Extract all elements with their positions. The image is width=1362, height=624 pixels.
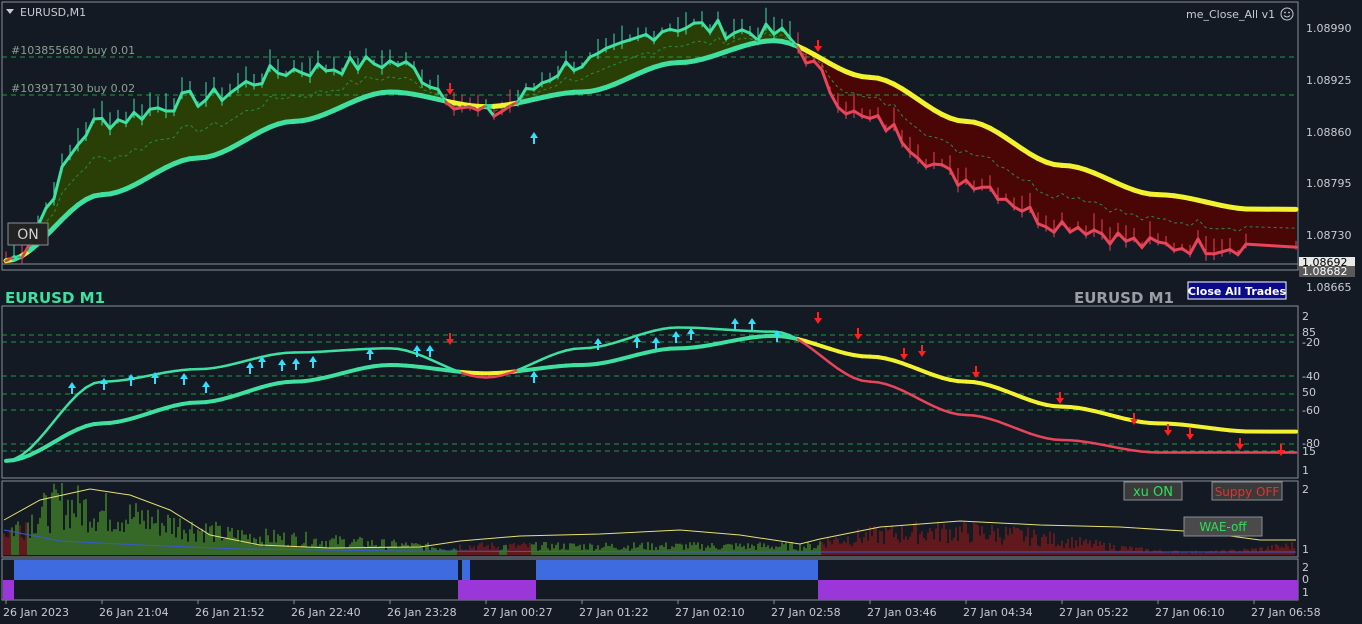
ribbon-segment: [926, 104, 934, 167]
ribbon-segment: [1150, 194, 1158, 243]
strip-blue-segment: [536, 560, 818, 580]
ribbon-segment: [198, 99, 206, 158]
osc-tick-label: -40: [1302, 370, 1320, 383]
ribbon-segment: [1094, 172, 1102, 234]
strip-tick-label: 0: [1302, 573, 1309, 586]
osc-tick-label: -20: [1302, 336, 1320, 349]
time-tick-label: 26 Jan 22:40: [291, 606, 361, 619]
strip-blue-segment: [462, 560, 470, 580]
ribbon-segment: [1230, 207, 1238, 255]
time-tick-label: 27 Jan 06:10: [1155, 606, 1225, 619]
time-tick-label: 27 Jan 01:22: [579, 606, 649, 619]
price-tick-label: 1.08665: [1306, 281, 1352, 294]
time-tick-label: 27 Jan 00:27: [483, 606, 553, 619]
suppy-off-label: Suppy OFF: [1215, 485, 1280, 499]
ribbon-segment: [78, 135, 86, 205]
time-tick-label: 26 Jan 21:52: [195, 606, 265, 619]
strip-blue-segment: [14, 560, 458, 580]
time-tick-label: 27 Jan 04:34: [963, 606, 1033, 619]
time-tick-label: 27 Jan 02:10: [675, 606, 745, 619]
osc-tick-label: -60: [1302, 404, 1320, 417]
time-tick-label: 26 Jan 23:28: [387, 606, 457, 619]
ribbon-segment: [102, 118, 110, 195]
xu-on-button[interactable]: xu ON: [1123, 481, 1183, 501]
ribbon-segment: [870, 77, 878, 119]
xu-on-label: xu ON: [1133, 485, 1173, 500]
strip-purple-segment: [3, 580, 14, 600]
ribbon-segment: [614, 42, 622, 85]
strip-purple-segment: [818, 580, 1298, 600]
order-label-2: #103917130 buy 0.02: [11, 82, 135, 95]
order-label-1: #103855680 buy 0.01: [11, 44, 135, 57]
ribbon-segment: [1046, 162, 1054, 233]
osc-tick-label: 2: [1302, 310, 1309, 323]
time-tick-label: 27 Jan 02:58: [771, 606, 841, 619]
ribbon-segment: [1182, 196, 1190, 254]
ribbon-segment: [662, 29, 670, 65]
osc-tick-label: 50: [1302, 386, 1316, 399]
ribbon-segment: [318, 63, 326, 117]
time-tick-label: 27 Jan 03:46: [867, 606, 937, 619]
symbol-watermark-right: EURUSD M1: [1074, 289, 1174, 307]
ribbon-segment: [1166, 194, 1174, 251]
on-button[interactable]: ON: [7, 222, 49, 246]
trading-terminal[interactable]: 1.08990 1.08925 1.08860 1.08795 1.08730 1.086…: [0, 0, 1362, 624]
vol-tick-label: 1: [1302, 543, 1309, 556]
price-tick-label: 1.08730: [1306, 229, 1352, 242]
time-tick-label: 26 Jan 21:04: [99, 606, 169, 619]
ribbon-segment: [222, 93, 230, 153]
close-all-trades-button[interactable]: Close All Trades: [1187, 281, 1287, 300]
time-tick-label: 27 Jan 05:22: [1059, 606, 1129, 619]
wae-off-button[interactable]: WAE-off: [1183, 516, 1263, 537]
wae-off-label: WAE-off: [1199, 520, 1247, 534]
ribbon-segment: [966, 121, 974, 190]
ribbon-segment: [230, 87, 238, 149]
strip-tick-label: 1: [1302, 586, 1309, 599]
close-all-trades-label: Close All Trades: [1188, 285, 1287, 298]
price-tick-label: 1.08795: [1306, 177, 1352, 190]
ribbon-segment: [1070, 165, 1078, 233]
symbol-title: EURUSD,M1: [20, 6, 86, 19]
price-tick-label: 1.08990: [1306, 22, 1352, 35]
ribbon-segment: [1006, 137, 1014, 207]
osc-tick-label: 1: [1302, 464, 1309, 477]
strip-purple-segment: [458, 580, 536, 600]
indicator-name: me_Close_All v1: [1186, 8, 1275, 21]
vol-tick-label: 2: [1302, 483, 1309, 496]
symbol-watermark-left: EURUSD M1: [5, 289, 105, 307]
time-tick-label: 27 Jan 06:58: [1251, 606, 1321, 619]
ribbon-segment: [254, 83, 262, 136]
ribbon-segment: [910, 93, 918, 159]
time-tick-label: 26 Jan 2023: [3, 606, 69, 619]
ribbon-segment: [126, 112, 134, 189]
ribbon-segment: [998, 132, 1006, 200]
on-button-label: ON: [17, 227, 39, 243]
suppy-off-button[interactable]: Suppy OFF: [1211, 481, 1283, 501]
strip-axis: 201: [1302, 561, 1309, 599]
ribbon-segment: [886, 80, 894, 131]
ribbon-segment: [958, 120, 966, 186]
osc-tick-label: 15: [1302, 445, 1316, 458]
price-tick-label: 1.08860: [1306, 126, 1352, 139]
ribbon-segment: [918, 99, 926, 167]
price-tag-label: 1.08682: [1302, 265, 1348, 278]
ribbon-segment: [598, 48, 606, 90]
price-tick-label: 1.08925: [1306, 74, 1352, 87]
ribbon-segment: [110, 119, 118, 194]
